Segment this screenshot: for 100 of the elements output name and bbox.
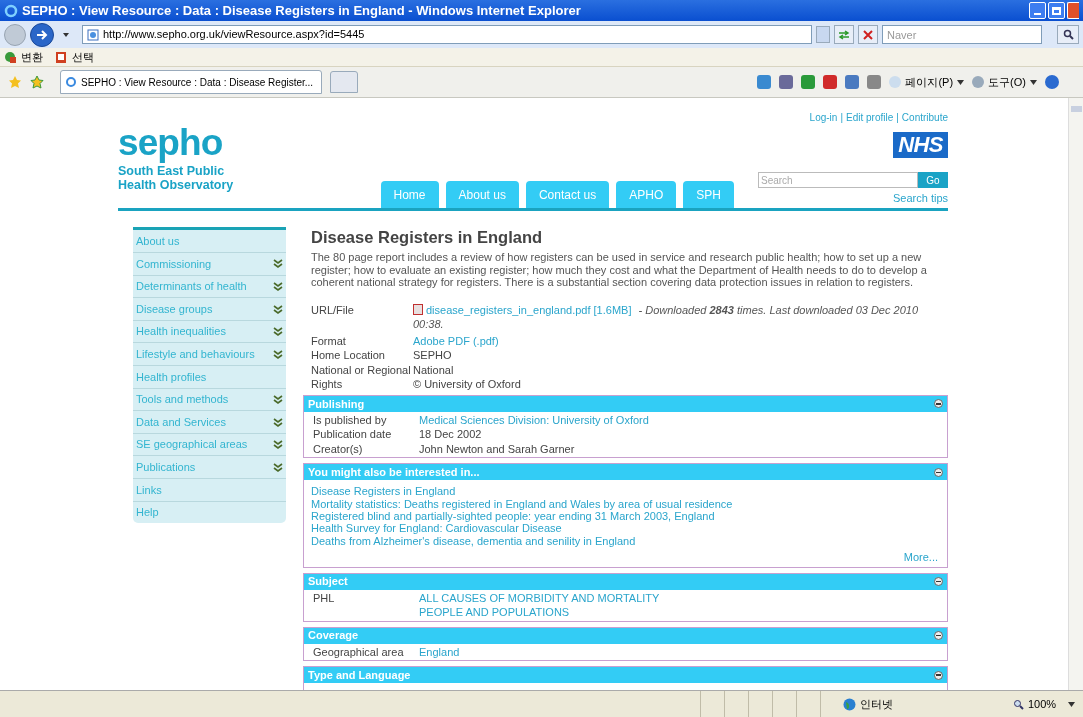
sidebar-item[interactable]: Links	[133, 478, 286, 501]
field-link[interactable]: ALL CAUSES OF MORBIDITY AND MORTALITY	[419, 590, 660, 606]
related-link[interactable]: Mortality statistics: Deaths registered in England and Wales by area of usual residence	[311, 497, 733, 511]
sidebar-item[interactable]: Health profiles	[133, 365, 286, 388]
nav-tab[interactable]: Home	[380, 180, 439, 208]
nav-tab[interactable]: Contact us	[525, 180, 610, 208]
refresh-button[interactable]	[834, 25, 854, 44]
toolbar-icon[interactable]	[779, 75, 794, 89]
nav-tab[interactable]: APHO	[616, 180, 677, 208]
chevron-icon	[273, 349, 283, 359]
field-value: John Newton and Sarah Garner	[419, 441, 575, 457]
nav-tab[interactable]: About us	[445, 180, 519, 208]
chevron-icon	[273, 394, 283, 404]
section-title: Subject	[308, 574, 348, 590]
scrollbar[interactable]	[1068, 98, 1083, 690]
collapse-icon[interactable]	[934, 399, 943, 409]
sidebar-item[interactable]: Lifestyle and behaviours	[133, 342, 286, 366]
browser-tab[interactable]: SEPHO : View Resource : Data : Disease Register...	[60, 70, 322, 94]
sidebar-item[interactable]: Health inequalities	[133, 319, 286, 343]
toolbar-button[interactable]: 선택	[55, 48, 94, 66]
field-link[interactable]: England	[419, 644, 460, 660]
forward-button[interactable]	[30, 22, 54, 47]
more-link[interactable]: More...	[903, 551, 938, 564]
search-field[interactable]: Search	[758, 172, 918, 188]
search-tips-link[interactable]: Search tips	[892, 190, 948, 208]
field-label: National or Regional	[311, 362, 412, 378]
help-icon[interactable]	[1045, 75, 1059, 89]
search-button[interactable]	[1057, 25, 1079, 44]
field-link[interactable]: Adobe PDF (.pdf)	[413, 334, 499, 347]
star-icon[interactable]	[8, 75, 22, 89]
window-title: SEPHO : View Resource : Data : Disease Registers in England - Windows Internet Explorer	[22, 1, 582, 20]
chevron-icon	[273, 304, 283, 314]
collapse-icon[interactable]	[934, 631, 943, 641]
minimize-button[interactable]	[1029, 2, 1046, 19]
search-field[interactable]: Naver	[882, 25, 1042, 44]
toolbar-icon[interactable]	[823, 75, 838, 89]
collapse-icon[interactable]	[934, 467, 943, 477]
toolbar-icon[interactable]	[867, 75, 882, 89]
section-title: Type and Language	[308, 667, 411, 683]
related-link[interactable]: Health Survey for England: Cardiovascular Disease	[311, 522, 562, 535]
field-label: Format	[311, 333, 347, 349]
toolbar-button[interactable]: 변환	[4, 48, 43, 66]
field-label: Geographical area	[313, 644, 405, 660]
section-title: Publishing	[308, 396, 365, 412]
field-label: URL/File	[311, 302, 355, 318]
field-value: © University of Oxford	[413, 378, 521, 391]
sidebar-item[interactable]: SE geographical areas	[133, 432, 286, 456]
sidebar-item[interactable]: Data and Services	[133, 410, 286, 433]
stop-button[interactable]	[858, 25, 878, 44]
related-link[interactable]: Deaths from Alzheimer's disease, dementia and senility in England	[311, 534, 636, 548]
close-icon	[863, 29, 873, 40]
document-icon	[55, 50, 68, 64]
chevron-icon	[273, 440, 283, 450]
sidebar-item[interactable]: Commissioning	[133, 252, 286, 275]
description-text: The 80 page report includes a review of how registers can be used in service and research public health; how to set up a new register; how to evaluate an existing register; how much they cost and what the Department of Health needs to do to develop a coherent national strategy for registers. There is a substantial section covering data protection issues in relation to registers.	[311, 251, 928, 289]
file-link[interactable]: disease_registers_in_england.pdf [1.6MB]	[426, 303, 632, 316]
header-link[interactable]: Edit profile	[846, 110, 894, 126]
logo-text: sepho	[118, 124, 224, 161]
star-icon[interactable]	[30, 75, 44, 89]
go-button[interactable]: Go	[918, 172, 948, 188]
caret-icon[interactable]	[62, 31, 70, 38]
magnifier-icon	[1013, 698, 1024, 710]
page-icon	[65, 76, 77, 88]
header-link[interactable]: Log-in	[809, 110, 838, 126]
close-button[interactable]	[1067, 2, 1079, 19]
maximize-button[interactable]	[1048, 2, 1065, 19]
toolbar-icon[interactable]	[845, 75, 860, 89]
page-icon	[87, 28, 99, 41]
toolbar-icon[interactable]	[801, 75, 816, 89]
header-link[interactable]: Contribute	[901, 110, 948, 126]
field-value: SEPHO	[413, 349, 452, 362]
sidebar-item[interactable]: Help	[133, 500, 286, 524]
sidebar-item[interactable]: Determinants of health	[133, 274, 286, 298]
field-value: National	[413, 363, 454, 376]
section-title: Coverage	[308, 628, 359, 644]
field-link[interactable]: PEOPLE AND POPULATIONS	[419, 605, 660, 620]
command-button[interactable]: 페이지(P)	[889, 73, 965, 91]
field-label: Creator(s)	[313, 441, 364, 457]
sidebar-item[interactable]: About us	[133, 229, 286, 253]
sidebar-item[interactable]: Publications	[133, 455, 286, 479]
related-link[interactable]: Disease Registers in England	[311, 485, 456, 498]
collapse-icon[interactable]	[934, 577, 943, 587]
logo-tagline: South East Public Health Observatory	[118, 164, 234, 192]
refresh-icon	[838, 29, 850, 40]
field-link[interactable]: Medical Sciences Division: University of Oxford	[419, 412, 649, 428]
address-field[interactable]: http://www.sepho.org.uk/viewResource.aspx?id=5445	[82, 25, 812, 44]
related-link[interactable]: Registered blind and partially-sighted people: year ending 31 March 2003, England	[311, 510, 715, 523]
separator-text: |	[896, 111, 899, 125]
collapse-icon[interactable]	[934, 670, 943, 680]
chevron-icon	[273, 282, 283, 291]
nav-tab[interactable]: SPH	[683, 180, 734, 208]
sidebar-item[interactable]: Tools and methods	[133, 387, 286, 411]
field-label: Rights	[311, 377, 344, 392]
command-button[interactable]: 도구(O)	[972, 73, 1037, 91]
sidebar-item[interactable]: Disease groups	[133, 297, 286, 320]
zoom-button[interactable]: 100%	[1013, 695, 1083, 713]
toolbar-icon[interactable]	[757, 75, 772, 89]
field-label: PHL	[313, 590, 336, 606]
caret-icon	[1030, 79, 1037, 85]
section-title: You might also be interested in...	[308, 465, 480, 480]
